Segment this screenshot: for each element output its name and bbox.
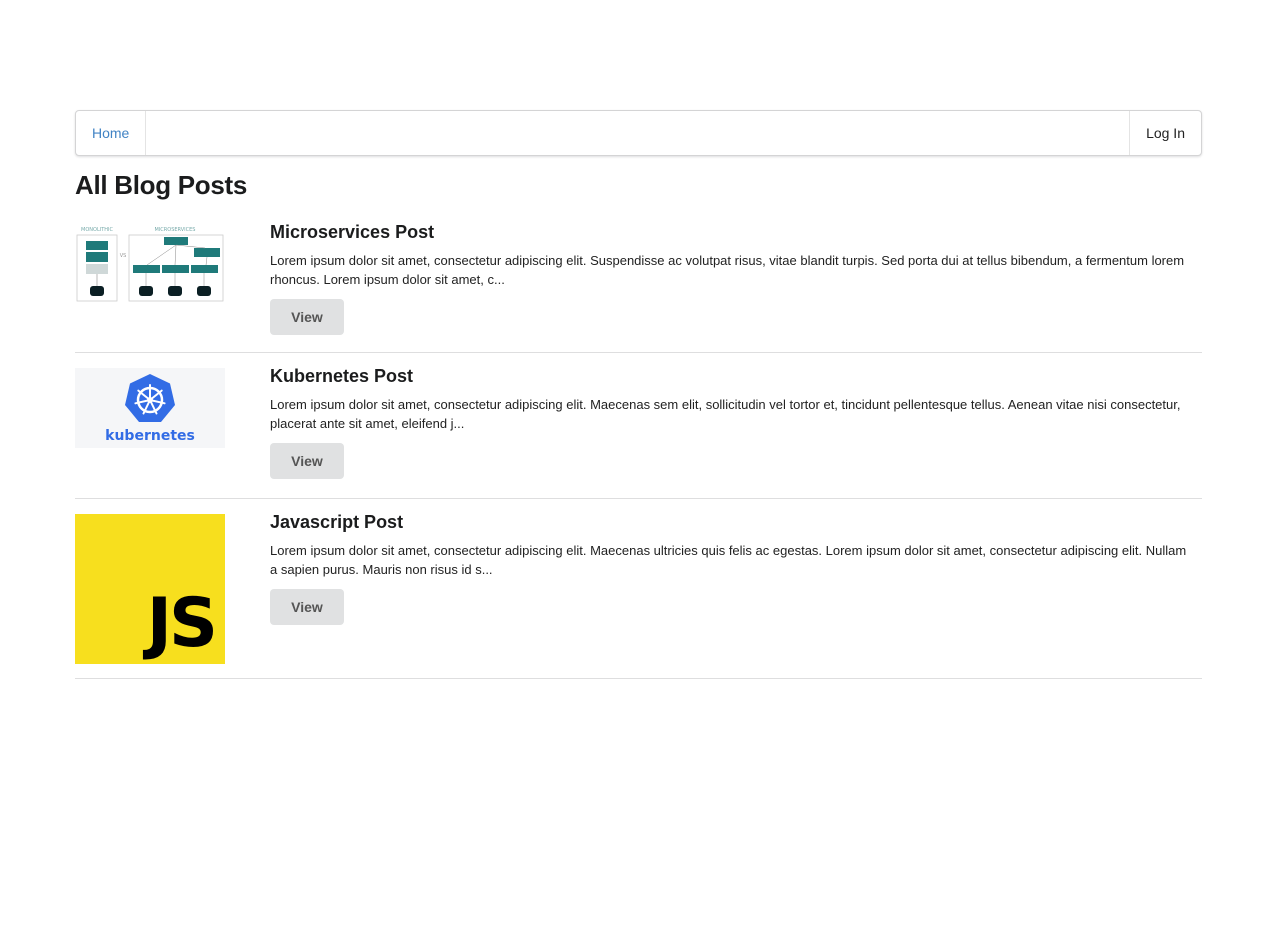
page-container: Home Log In All Blog Posts MONOLITHIC MI… xyxy=(75,110,1202,679)
microservices-diagram-image: MONOLITHIC MICROSERVICES VS xyxy=(75,223,225,302)
view-post-button[interactable]: View xyxy=(270,299,344,335)
post-excerpt: Lorem ipsum dolor sit amet, consectetur … xyxy=(270,253,1185,287)
post-excerpt: Lorem ipsum dolor sit amet, consectetur … xyxy=(270,543,1187,577)
post-item: JS Javascript Post Lorem ipsum dolor sit… xyxy=(75,499,1202,679)
view-post-button[interactable]: View xyxy=(270,589,344,625)
nav-login-link[interactable]: Log In xyxy=(1129,111,1201,155)
nav-home-link[interactable]: Home xyxy=(76,111,147,155)
post-item: MONOLITHIC MICROSERVICES VS Microservice… xyxy=(75,221,1202,353)
view-post-button[interactable]: View xyxy=(270,443,344,479)
diagram-label-microservices: MICROSERVICES xyxy=(155,227,196,233)
post-content: Microservices Post Lorem ipsum dolor sit… xyxy=(270,221,1195,335)
post-content: Javascript Post Lorem ipsum dolor sit am… xyxy=(270,511,1195,625)
post-title[interactable]: Kubernetes Post xyxy=(270,365,1195,387)
post-excerpt: Lorem ipsum dolor sit amet, consectetur … xyxy=(270,397,1181,431)
post-thumbnail-microservices[interactable]: MONOLITHIC MICROSERVICES VS xyxy=(75,223,225,302)
post-content: Kubernetes Post Lorem ipsum dolor sit am… xyxy=(270,365,1195,479)
javascript-logo-icon: JS xyxy=(146,584,218,663)
post-title[interactable]: Javascript Post xyxy=(270,511,1195,533)
page-title: All Blog Posts xyxy=(75,170,248,200)
post-item: kubernetes Kubernetes Post Lorem ipsum d… xyxy=(75,353,1202,499)
diagram-label-monolithic: MONOLITHIC xyxy=(81,227,113,233)
post-thumbnail-javascript[interactable]: JS xyxy=(75,514,225,664)
kubernetes-wordmark: kubernetes xyxy=(105,428,195,444)
post-title[interactable]: Microservices Post xyxy=(270,221,1195,243)
top-nav-bar: Home Log In xyxy=(75,110,1202,156)
post-list: MONOLITHIC MICROSERVICES VS Microservice… xyxy=(75,221,1202,679)
diagram-label-vs: VS xyxy=(120,253,127,259)
post-thumbnail-kubernetes[interactable]: kubernetes xyxy=(75,368,225,448)
